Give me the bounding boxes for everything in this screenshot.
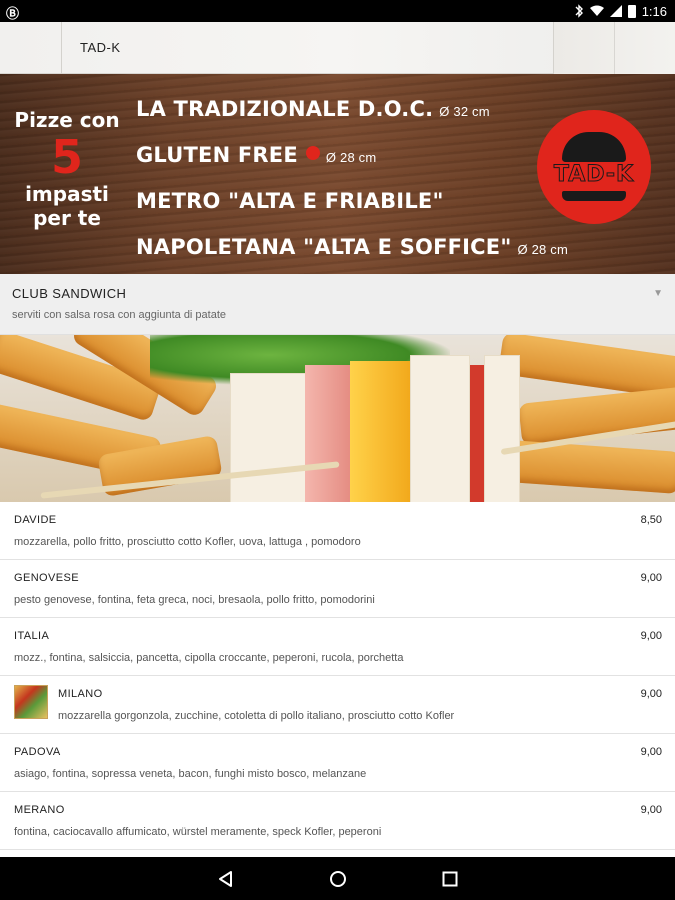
sandwich-bread xyxy=(484,355,520,502)
banner-dough-list: LA TRADIZIONALE D.O.C. Ø 32 cm GLUTEN FRE… xyxy=(136,94,568,274)
banner-big-number: 5 xyxy=(50,130,83,184)
banner-text-bottom: impasti per te xyxy=(25,182,109,230)
recents-icon[interactable] xyxy=(440,869,460,889)
toolbar-actions xyxy=(553,22,675,74)
category-header[interactable]: CLUB SANDWICH serviti con salsa rosa con… xyxy=(0,274,675,335)
sandwich-bread xyxy=(230,373,310,502)
toolbar-divider xyxy=(614,22,615,74)
item-price: 9,00 xyxy=(640,688,662,700)
tadk-logo: TAD-K xyxy=(537,110,651,224)
drawer-toggle-area[interactable] xyxy=(0,22,62,74)
gluten-free-icon xyxy=(305,146,320,160)
category-subtitle: serviti con salsa rosa con aggiunta di p… xyxy=(12,309,227,321)
item-name: PADOVA xyxy=(14,746,61,758)
banner-line: NAPOLETANA "ALTA E SOFFICE" Ø 28 cm xyxy=(136,232,568,274)
burger-bottom xyxy=(562,191,626,201)
banner-left-text: Pizze con 5 impasti per te xyxy=(8,108,126,230)
category-photo xyxy=(0,335,675,502)
status-bar: Ⓑ 1:16 xyxy=(0,0,675,22)
system-nav-bar xyxy=(0,857,675,900)
chevron-down-icon[interactable]: ▼ xyxy=(653,288,663,299)
banner-line-label: METRO "ALTA E FRIABILE" xyxy=(136,189,444,213)
item-price: 9,00 xyxy=(640,572,662,584)
banner-line-label: NAPOLETANA "ALTA E SOFFICE" xyxy=(136,235,512,259)
list-item[interactable]: PADOVA 9,00 asiago, fontina, sopressa ve… xyxy=(0,734,675,792)
item-name: ITALIA xyxy=(14,630,50,642)
item-description: fontina, caciocavallo affumicato, würste… xyxy=(14,826,382,838)
sandwich-bread xyxy=(410,355,470,502)
list-item[interactable]: ITALIA 9,00 mozz., fontina, salsiccia, p… xyxy=(0,618,675,676)
status-icons: 1:16 xyxy=(574,2,667,20)
item-description: mozzarella gorgonzola, zucchine, cotolet… xyxy=(58,710,455,722)
banner-text-top: Pizze con xyxy=(14,108,120,132)
item-price: 9,00 xyxy=(640,746,662,758)
item-price: 8,50 xyxy=(640,514,662,526)
item-thumbnail[interactable] xyxy=(14,685,48,719)
item-price: 9,00 xyxy=(640,630,662,642)
list-item[interactable]: GENOVESE 9,00 pesto genovese, fontina, f… xyxy=(0,560,675,618)
item-name: GENOVESE xyxy=(14,572,79,584)
banner-line-size: Ø 32 cm xyxy=(439,104,490,119)
battery-icon xyxy=(627,4,636,18)
wifi-icon xyxy=(589,5,604,16)
banner-line: GLUTEN FREE Ø 28 cm xyxy=(136,140,568,186)
banner-line-label: LA TRADIZIONALE D.O.C. xyxy=(136,97,434,121)
list-item[interactable]: DAVIDE 8,50 mozzarella, pollo fritto, pr… xyxy=(0,502,675,560)
burger-icon xyxy=(562,132,626,162)
promo-banner: Pizze con 5 impasti per te LA TRADIZIONA… xyxy=(0,74,675,274)
app-bar: TAD-K xyxy=(0,22,675,74)
sandwich-cheese xyxy=(350,361,410,502)
menu-item-list: DAVIDE 8,50 mozzarella, pollo fritto, pr… xyxy=(0,502,675,850)
list-item[interactable]: MILANO 9,00 mozzarella gorgonzola, zucch… xyxy=(0,676,675,734)
banner-line-size: Ø 28 cm xyxy=(517,242,569,257)
banner-line-size: Ø 28 cm xyxy=(325,150,377,165)
status-time: 1:16 xyxy=(641,3,667,19)
app-title: TAD-K xyxy=(80,40,121,55)
app-notification-icon: Ⓑ xyxy=(6,7,20,22)
signal-icon xyxy=(609,5,622,17)
category-title: CLUB SANDWICH xyxy=(12,286,127,301)
item-description: mozz., fontina, salsiccia, pancetta, cip… xyxy=(14,652,404,664)
home-icon[interactable] xyxy=(328,869,348,889)
logo-text: TAD-K xyxy=(553,162,635,188)
banner-line: METRO "ALTA E FRIABILE" xyxy=(136,186,568,232)
sandwich-ham xyxy=(305,365,350,502)
sandwich-tomato xyxy=(470,365,484,502)
item-description: asiago, fontina, sopressa veneta, bacon,… xyxy=(14,768,367,780)
list-item[interactable]: MERANO 9,00 fontina, caciocavallo affumi… xyxy=(0,792,675,850)
banner-line: LA TRADIZIONALE D.O.C. Ø 32 cm xyxy=(136,94,568,140)
item-description: mozzarella, pollo fritto, prosciutto cot… xyxy=(14,536,361,548)
item-name: MERANO xyxy=(14,804,65,816)
bluetooth-icon xyxy=(575,4,583,18)
item-price: 9,00 xyxy=(640,804,662,816)
item-description: pesto genovese, fontina, feta greca, noc… xyxy=(14,594,375,606)
back-icon[interactable] xyxy=(216,869,236,889)
item-name: MILANO xyxy=(58,688,103,700)
item-name: DAVIDE xyxy=(14,514,57,526)
banner-line-label: GLUTEN FREE xyxy=(136,143,298,167)
